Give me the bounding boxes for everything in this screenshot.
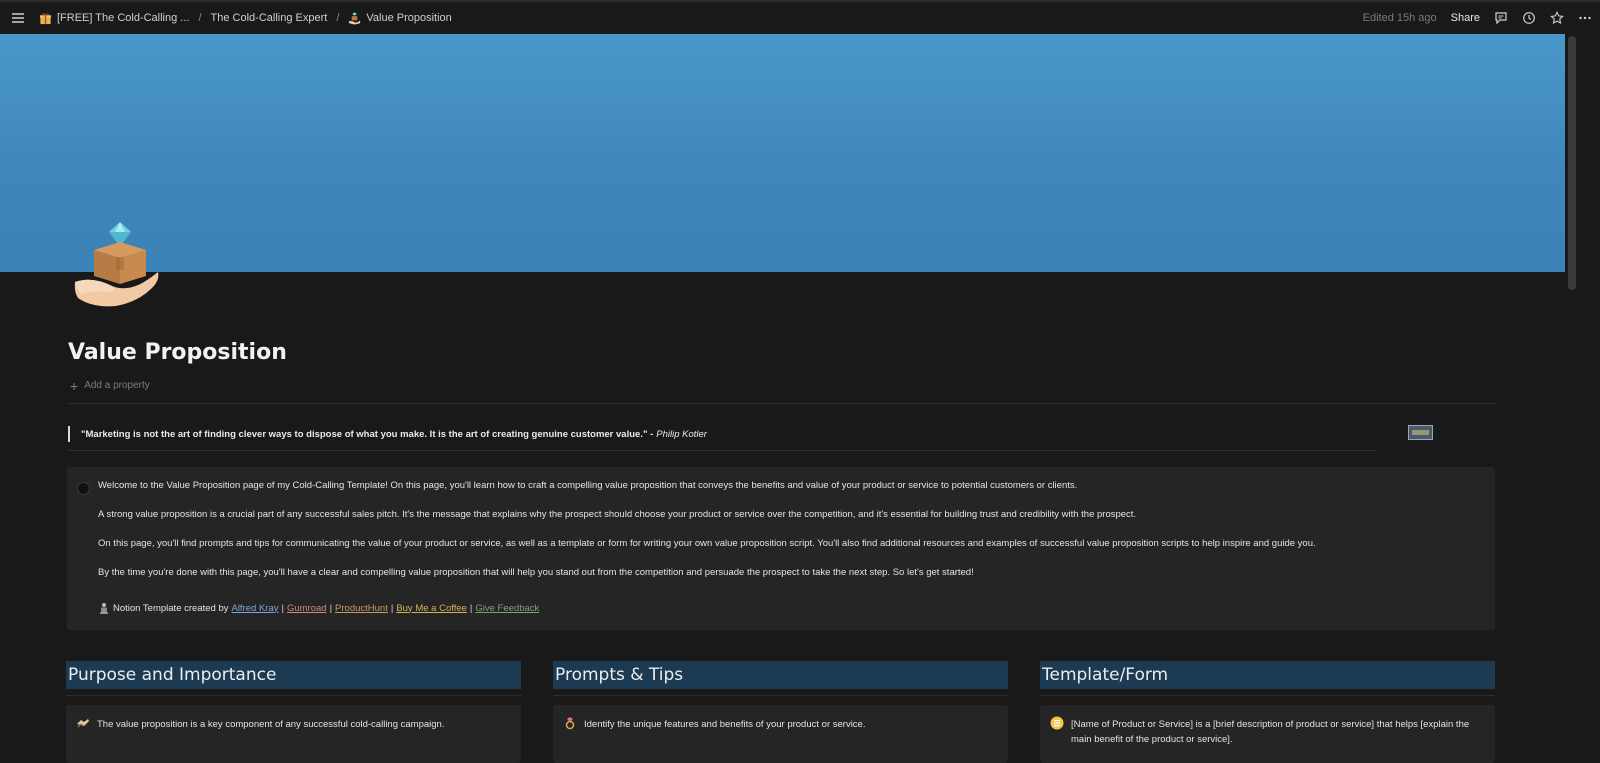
add-property-label: Add a property [84,380,150,391]
callout-paragraph: On this page, you'll find prompts and ti… [98,538,1316,549]
badge-image[interactable] [1408,425,1433,440]
favorite-button[interactable] [1550,11,1564,25]
callout-paragraph: By the time you're done with this page, … [98,567,974,578]
callout-icon [77,482,90,495]
prompts-text: Identify the unique features and benefit… [584,719,866,730]
quote-author: Philip Kotler [656,428,707,440]
scrollbar-thumb[interactable] [1568,36,1576,290]
title-divider [68,403,1496,404]
edited-timestamp: Edited 15h ago [1362,12,1437,24]
link-separator: | [281,602,284,614]
clock-icon [1523,12,1535,24]
quote-block[interactable]: "Marketing is not the art of finding cle… [68,426,707,442]
page-icon-hand-box-diamond[interactable] [72,220,162,310]
template-credit: Notion Template created by Alfred Kray |… [98,602,539,614]
purpose-callout[interactable]: The value proposition is a key component… [66,705,521,763]
callout-paragraph: A strong value proposition is a crucial … [98,509,1137,520]
breadcrumb-label-expert: The Cold-Calling Expert [210,12,328,24]
star-icon [1550,11,1564,25]
updates-button[interactable] [1522,11,1536,25]
hamburger-icon [12,13,24,23]
comments-button[interactable] [1494,11,1508,25]
breadcrumb-separator: / [198,12,202,24]
top-right-actions: Edited 15h ago Share [1363,2,1592,34]
heading-template-form[interactable]: Template/Form [1040,661,1495,689]
breadcrumb-label-value-proposition: Value Proposition [366,12,452,24]
person-icon [100,603,108,614]
heading-purpose-importance[interactable]: Purpose and Importance [66,661,521,689]
page-cover[interactable] [0,34,1565,272]
link-separator: | [329,602,333,614]
share-button[interactable]: Share [1451,12,1480,24]
template-text: [Name of Product or Service] is a [brief… [1071,717,1469,747]
top-bar: [FREE] The Cold-Calling ... / The Cold-C… [0,0,1600,34]
purpose-text: The value proposition is a key component… [97,719,445,730]
plus-icon: + [70,377,79,394]
clipboard-list-icon [1050,716,1064,730]
breadcrumb-label-template: [FREE] The Cold-Calling ... [57,12,190,24]
callout-paragraph: Welcome to the Value Proposition page of… [98,480,1078,491]
more-horizontal-icon [1579,16,1591,20]
add-property-button[interactable]: + Add a property [70,377,150,394]
quote-divider [68,450,1376,451]
breadcrumb-separator: / [336,12,340,24]
breadcrumb-item-expert[interactable]: The Cold-Calling Expert [208,10,331,26]
handshake-icon [77,719,89,728]
sidebar-menu-button[interactable] [2,2,34,34]
breadcrumb-item-value-proposition[interactable]: Value Proposition [345,10,454,27]
intro-callout[interactable]: Welcome to the Value Proposition page of… [67,467,1495,630]
gift-box-icon [39,12,52,24]
hand-box-diamond-icon [349,11,361,24]
heading-divider [66,695,521,696]
page-title[interactable]: Value Proposition [68,340,287,365]
comment-icon [1495,12,1507,25]
more-options-button[interactable] [1578,11,1592,25]
producthunt-link[interactable]: ProductHunt [335,603,388,614]
credit-prefix: Notion Template created by [113,602,229,614]
prompts-callout[interactable]: Identify the unique features and benefit… [553,705,1008,763]
give-feedback-link[interactable]: Give Feedback [475,603,539,614]
template-text-line-1: [Name of Product or Service] is a [brief… [1071,719,1470,730]
heading-divider [553,695,1008,696]
link-separator: | [469,602,473,614]
template-callout[interactable]: [Name of Product or Service] is a [brief… [1040,705,1495,763]
link-separator: | [390,602,394,614]
breadcrumb-item-template[interactable]: [FREE] The Cold-Calling ... [36,10,192,27]
gem-ring-icon [565,717,575,730]
breadcrumb: [FREE] The Cold-Calling ... / The Cold-C… [36,10,455,27]
heading-divider [1040,695,1495,696]
quote-text: "Marketing is not the art of finding cle… [81,428,654,440]
buy-me-a-coffee-link[interactable]: Buy Me a Coffee [396,603,467,614]
author-link[interactable]: Alfred Kray [231,603,278,614]
heading-prompts-tips[interactable]: Prompts & Tips [553,661,1008,689]
template-text-line-2: main benefit of the product or service]. [1071,734,1233,745]
gumroad-link[interactable]: Gumroad [287,603,327,614]
